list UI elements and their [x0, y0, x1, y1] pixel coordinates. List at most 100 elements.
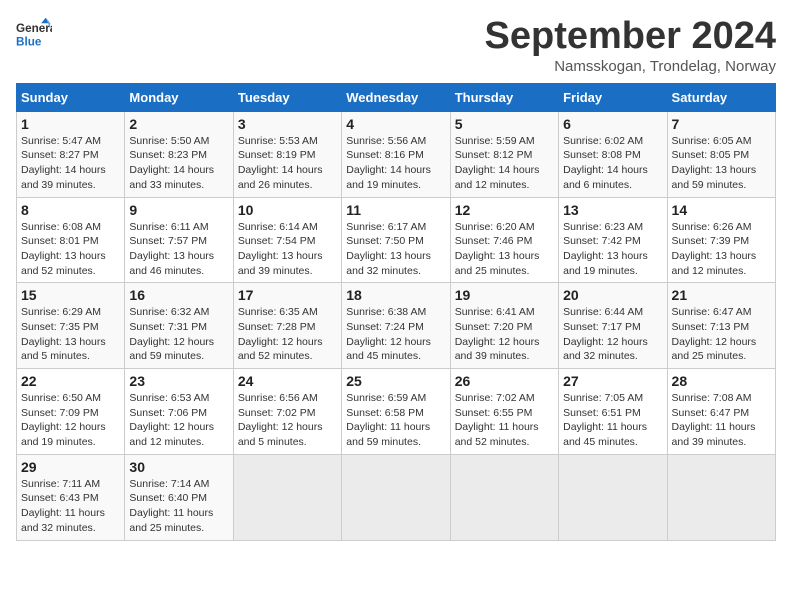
calendar-cell: 10 Sunrise: 6:14 AM Sunset: 7:54 PM Dayli…: [233, 197, 341, 283]
calendar-cell: 12Sunrise: 6:20 AM Sunset: 7:46 PM Dayli…: [450, 197, 558, 283]
calendar-cell: 30 Sunrise: 7:14 AM Sunset: 6:40 PM Dayli…: [125, 454, 233, 540]
day-number: 18: [346, 287, 445, 303]
calendar-week-row: 29 Sunrise: 7:11 AM Sunset: 6:43 PM Dayli…: [17, 454, 776, 540]
day-info: Sunrise: 6:44 AM Sunset: 7:17 PM Dayligh…: [563, 305, 662, 364]
weekday-header: Sunday: [17, 83, 125, 111]
day-info: Sunrise: 6:38 AM Sunset: 7:24 PM Dayligh…: [346, 305, 445, 364]
day-number: 14: [672, 202, 771, 218]
calendar-cell: 2 Sunrise: 5:50 AM Sunset: 8:23 PM Daylig…: [125, 111, 233, 197]
day-number: 9: [129, 202, 228, 218]
calendar-cell: 18 Sunrise: 6:38 AM Sunset: 7:24 PM Dayli…: [342, 283, 450, 369]
calendar-cell: 5 Sunrise: 5:59 AM Sunset: 8:12 PM Daylig…: [450, 111, 558, 197]
day-info: Sunrise: 5:50 AM Sunset: 8:23 PM Dayligh…: [129, 134, 228, 193]
calendar-cell: 17 Sunrise: 6:35 AM Sunset: 7:28 PM Dayli…: [233, 283, 341, 369]
day-info: Sunrise: 6:20 AM Sunset: 7:46 PM Dayligh…: [455, 220, 554, 279]
calendar-cell: 4Sunrise: 5:56 AM Sunset: 8:16 PM Daylig…: [342, 111, 450, 197]
weekday-header: Thursday: [450, 83, 558, 111]
day-number: 6: [563, 116, 662, 132]
weekday-header: Wednesday: [342, 83, 450, 111]
weekday-header-row: SundayMondayTuesdayWednesdayThursdayFrid…: [17, 83, 776, 111]
day-number: 8: [21, 202, 120, 218]
day-info: Sunrise: 7:08 AM Sunset: 6:47 PM Dayligh…: [672, 391, 771, 450]
day-number: 30: [129, 459, 228, 475]
calendar-cell: 9 Sunrise: 6:11 AM Sunset: 7:57 PM Daylig…: [125, 197, 233, 283]
day-info: Sunrise: 7:02 AM Sunset: 6:55 PM Dayligh…: [455, 391, 554, 450]
day-number: 20: [563, 287, 662, 303]
calendar-cell: 26 Sunrise: 7:02 AM Sunset: 6:55 PM Dayli…: [450, 369, 558, 455]
day-info: Sunrise: 6:32 AM Sunset: 7:31 PM Dayligh…: [129, 305, 228, 364]
day-number: 16: [129, 287, 228, 303]
day-number: 19: [455, 287, 554, 303]
day-number: 27: [563, 373, 662, 389]
calendar-cell: 11 Sunrise: 6:17 AM Sunset: 7:50 PM Dayli…: [342, 197, 450, 283]
calendar-cell: 7Sunrise: 6:05 AM Sunset: 8:05 PM Daylig…: [667, 111, 775, 197]
day-info: Sunrise: 6:35 AM Sunset: 7:28 PM Dayligh…: [238, 305, 337, 364]
calendar-cell: 23 Sunrise: 6:53 AM Sunset: 7:06 PM Dayli…: [125, 369, 233, 455]
day-number: 21: [672, 287, 771, 303]
day-info: Sunrise: 7:14 AM Sunset: 6:40 PM Dayligh…: [129, 477, 228, 536]
day-number: 17: [238, 287, 337, 303]
day-info: Sunrise: 6:02 AM Sunset: 8:08 PM Dayligh…: [563, 134, 662, 193]
day-number: 28: [672, 373, 771, 389]
day-info: Sunrise: 6:08 AM Sunset: 8:01 PM Dayligh…: [21, 220, 120, 279]
day-info: Sunrise: 6:14 AM Sunset: 7:54 PM Dayligh…: [238, 220, 337, 279]
title-block: September 2024 Namsskogan, Trondelag, No…: [485, 16, 777, 75]
day-info: Sunrise: 6:50 AM Sunset: 7:09 PM Dayligh…: [21, 391, 120, 450]
day-info: Sunrise: 6:56 AM Sunset: 7:02 PM Dayligh…: [238, 391, 337, 450]
day-number: 5: [455, 116, 554, 132]
calendar-cell: [342, 454, 450, 540]
day-number: 29: [21, 459, 120, 475]
day-number: 10: [238, 202, 337, 218]
calendar-cell: 20 Sunrise: 6:44 AM Sunset: 7:17 PM Dayli…: [559, 283, 667, 369]
day-number: 22: [21, 373, 120, 389]
location: Namsskogan, Trondelag, Norway: [485, 58, 777, 75]
day-info: Sunrise: 6:05 AM Sunset: 8:05 PM Dayligh…: [672, 134, 771, 193]
day-number: 15: [21, 287, 120, 303]
calendar-cell: 3Sunrise: 5:53 AM Sunset: 8:19 PM Daylig…: [233, 111, 341, 197]
day-number: 23: [129, 373, 228, 389]
day-info: Sunrise: 7:05 AM Sunset: 6:51 PM Dayligh…: [563, 391, 662, 450]
calendar-week-row: 1 Sunrise: 5:47 AM Sunset: 8:27 PM Daylig…: [17, 111, 776, 197]
weekday-header: Friday: [559, 83, 667, 111]
day-info: Sunrise: 5:56 AM Sunset: 8:16 PM Dayligh…: [346, 134, 445, 193]
day-number: 2: [129, 116, 228, 132]
day-info: Sunrise: 7:11 AM Sunset: 6:43 PM Dayligh…: [21, 477, 120, 536]
calendar-week-row: 8 Sunrise: 6:08 AM Sunset: 8:01 PM Daylig…: [17, 197, 776, 283]
calendar-cell: 15 Sunrise: 6:29 AM Sunset: 7:35 PM Dayli…: [17, 283, 125, 369]
day-number: 24: [238, 373, 337, 389]
calendar-week-row: 22 Sunrise: 6:50 AM Sunset: 7:09 PM Dayli…: [17, 369, 776, 455]
logo: General Blue: [16, 16, 52, 52]
calendar-cell: [667, 454, 775, 540]
calendar-cell: 28 Sunrise: 7:08 AM Sunset: 6:47 PM Dayli…: [667, 369, 775, 455]
day-info: Sunrise: 6:17 AM Sunset: 7:50 PM Dayligh…: [346, 220, 445, 279]
calendar-cell: 8 Sunrise: 6:08 AM Sunset: 8:01 PM Daylig…: [17, 197, 125, 283]
day-info: Sunrise: 6:11 AM Sunset: 7:57 PM Dayligh…: [129, 220, 228, 279]
calendar-cell: [559, 454, 667, 540]
weekday-header: Tuesday: [233, 83, 341, 111]
calendar-cell: [450, 454, 558, 540]
calendar-week-row: 15 Sunrise: 6:29 AM Sunset: 7:35 PM Dayli…: [17, 283, 776, 369]
logo-icon: General Blue: [16, 16, 52, 52]
calendar-cell: 27 Sunrise: 7:05 AM Sunset: 6:51 PM Dayli…: [559, 369, 667, 455]
calendar-cell: [233, 454, 341, 540]
day-info: Sunrise: 5:53 AM Sunset: 8:19 PM Dayligh…: [238, 134, 337, 193]
day-info: Sunrise: 6:26 AM Sunset: 7:39 PM Dayligh…: [672, 220, 771, 279]
day-number: 26: [455, 373, 554, 389]
calendar-cell: 29 Sunrise: 7:11 AM Sunset: 6:43 PM Dayli…: [17, 454, 125, 540]
day-info: Sunrise: 5:47 AM Sunset: 8:27 PM Dayligh…: [21, 134, 120, 193]
day-info: Sunrise: 5:59 AM Sunset: 8:12 PM Dayligh…: [455, 134, 554, 193]
weekday-header: Saturday: [667, 83, 775, 111]
day-number: 11: [346, 202, 445, 218]
svg-text:Blue: Blue: [16, 36, 42, 49]
page-header: General Blue September 2024 Namsskogan, …: [16, 16, 776, 75]
calendar-cell: 25Sunrise: 6:59 AM Sunset: 6:58 PM Dayli…: [342, 369, 450, 455]
day-number: 1: [21, 116, 120, 132]
month-title: September 2024: [485, 16, 777, 58]
calendar-cell: 24 Sunrise: 6:56 AM Sunset: 7:02 PM Dayli…: [233, 369, 341, 455]
day-info: Sunrise: 6:53 AM Sunset: 7:06 PM Dayligh…: [129, 391, 228, 450]
day-info: Sunrise: 6:41 AM Sunset: 7:20 PM Dayligh…: [455, 305, 554, 364]
calendar-cell: 16 Sunrise: 6:32 AM Sunset: 7:31 PM Dayli…: [125, 283, 233, 369]
calendar-cell: 14 Sunrise: 6:26 AM Sunset: 7:39 PM Dayli…: [667, 197, 775, 283]
day-info: Sunrise: 6:29 AM Sunset: 7:35 PM Dayligh…: [21, 305, 120, 364]
day-info: Sunrise: 6:23 AM Sunset: 7:42 PM Dayligh…: [563, 220, 662, 279]
